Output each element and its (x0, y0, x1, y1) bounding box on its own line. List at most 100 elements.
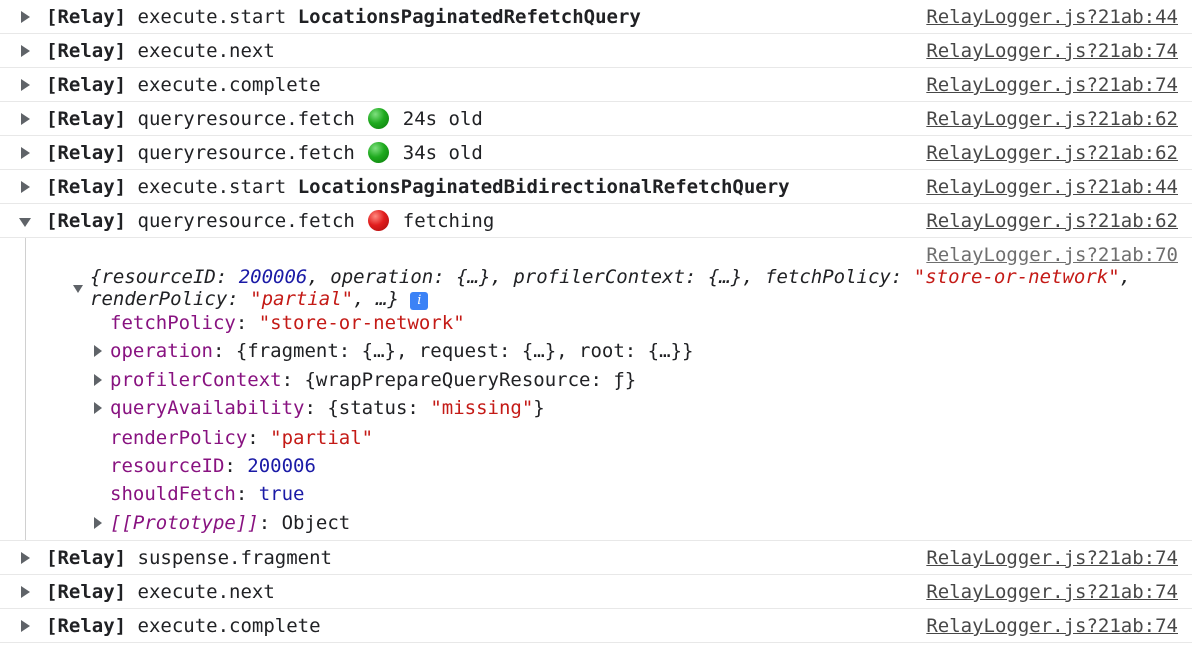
prop-key: shouldFetch (110, 483, 236, 505)
console-log: [Relay] execute.start LocationsPaginated… (0, 0, 1192, 643)
console-row[interactable]: [Relay] execute.next RelayLogger.js?21ab… (0, 575, 1192, 609)
log-prefix: [Relay] (46, 6, 127, 28)
summary-key: operation (330, 266, 434, 288)
log-prefix: [Relay] (46, 40, 127, 62)
summary-key: resourceID (101, 266, 216, 288)
source-link[interactable]: RelayLogger.js?21ab:62 (926, 136, 1178, 170)
prop-value: {fragment: {…}, request: {…}, root: {…}} (235, 340, 694, 362)
expand-triangle-icon[interactable] (21, 79, 30, 91)
expand-triangle-icon[interactable] (94, 345, 102, 357)
log-event: execute.complete (137, 74, 321, 96)
object-inspector: RelayLogger.js?21ab:70 {resourceID: 2000… (0, 238, 1192, 541)
log-prefix: [Relay] (46, 74, 127, 96)
prop-key: queryAvailability (110, 397, 305, 419)
object-summary[interactable]: {resourceID: 200006, operation: {…}, pro… (90, 265, 1131, 289)
info-icon[interactable]: i (410, 292, 429, 310)
source-link[interactable]: RelayLogger.js?21ab:62 (926, 102, 1178, 136)
log-prefix: [Relay] (46, 581, 127, 603)
expand-triangle-icon[interactable] (21, 45, 30, 57)
log-status: 24s old (402, 108, 483, 130)
collapse-triangle-icon[interactable] (19, 218, 31, 227)
green-circle-icon (368, 108, 390, 129)
expand-triangle-icon[interactable] (94, 517, 102, 529)
log-status: 34s old (402, 142, 483, 164)
console-row[interactable]: [Relay] execute.next RelayLogger.js?21ab… (0, 34, 1192, 68)
summary-value: "partial" (250, 288, 354, 310)
console-row[interactable]: [Relay] execute.complete RelayLogger.js?… (0, 68, 1192, 102)
console-row[interactable]: [Relay] suspense.fragment RelayLogger.js… (0, 541, 1192, 575)
prop-value: {status: (327, 397, 431, 419)
source-link[interactable]: RelayLogger.js?21ab:74 (926, 609, 1178, 643)
console-row[interactable]: [Relay] queryresource.fetch 24s old Rela… (0, 102, 1192, 136)
log-prefix: [Relay] (46, 210, 127, 232)
source-link[interactable]: RelayLogger.js?21ab:74 (926, 34, 1178, 68)
collapse-triangle-icon[interactable] (73, 285, 83, 293)
log-query-name: LocationsPaginatedBidirectionalRefetchQu… (297, 176, 790, 198)
summary-value: 200006 (238, 266, 308, 288)
source-link[interactable]: RelayLogger.js?21ab:44 (926, 0, 1178, 34)
summary-value: {…} (456, 266, 491, 288)
expand-triangle-icon[interactable] (21, 147, 30, 159)
prop-prototype[interactable]: [[Prototype]]: Object (110, 511, 350, 535)
log-event: suspense.fragment (137, 547, 332, 569)
prop-fetch-policy: fetchPolicy: "store-or-network" (110, 312, 465, 334)
prop-key: operation (110, 340, 213, 362)
green-circle-icon (368, 142, 390, 163)
log-event: execute.start (137, 6, 287, 28)
prop-value: "partial" (270, 427, 374, 449)
log-event: queryresource.fetch (137, 108, 355, 130)
console-row[interactable]: [Relay] execute.start LocationsPaginated… (0, 0, 1192, 34)
log-event: execute.start (137, 176, 287, 198)
log-event: queryresource.fetch (137, 142, 355, 164)
expand-triangle-icon[interactable] (21, 620, 30, 632)
prop-should-fetch: shouldFetch: true (110, 483, 305, 505)
log-event: execute.next (137, 40, 275, 62)
log-prefix: [Relay] (46, 142, 127, 164)
summary-value: {…} (707, 266, 743, 288)
log-prefix: [Relay] (46, 615, 127, 637)
prop-value: "missing" (430, 397, 534, 419)
source-link[interactable]: RelayLogger.js?21ab:74 (926, 575, 1178, 609)
expand-triangle-icon[interactable] (21, 586, 30, 598)
prop-value: true (258, 483, 305, 505)
prop-query-availability[interactable]: queryAvailability: {status: "missing"} (110, 396, 545, 420)
summary-ellipsis: … (376, 288, 388, 310)
log-prefix: [Relay] (46, 108, 127, 130)
prop-key: fetchPolicy (110, 312, 236, 334)
log-status: fetching (402, 210, 495, 232)
expand-triangle-icon[interactable] (94, 374, 102, 386)
prop-resource-id: resourceID: 200006 (110, 455, 316, 477)
expand-triangle-icon[interactable] (94, 402, 102, 414)
prop-operation[interactable]: operation: {fragment: {…}, request: {…},… (110, 339, 693, 363)
log-prefix: [Relay] (46, 176, 127, 198)
source-link[interactable]: RelayLogger.js?21ab:70 (926, 244, 1178, 266)
console-row[interactable]: [Relay] execute.start LocationsPaginated… (0, 170, 1192, 204)
log-event: execute.next (137, 581, 275, 603)
prop-profiler-context[interactable]: profilerContext: {wrapPrepareQueryResour… (110, 368, 636, 392)
prop-render-policy: renderPolicy: "partial" (110, 427, 374, 449)
log-query-name: LocationsPaginatedRefetchQuery (297, 6, 641, 28)
prop-key: resourceID (110, 455, 225, 477)
expand-triangle-icon[interactable] (21, 181, 30, 193)
source-link[interactable]: RelayLogger.js?21ab:62 (926, 204, 1178, 238)
object-summary-cont: renderPolicy: "partial", …} i (90, 287, 429, 311)
log-event: queryresource.fetch (137, 210, 355, 232)
summary-key: profilerContext (513, 266, 685, 288)
expand-triangle-icon[interactable] (21, 113, 30, 125)
source-link[interactable]: RelayLogger.js?21ab:74 (926, 541, 1178, 575)
source-link[interactable]: RelayLogger.js?21ab:44 (926, 170, 1178, 204)
prop-key: renderPolicy (110, 427, 248, 449)
summary-key: fetchPolicy (765, 266, 891, 288)
console-row-expanded[interactable]: [Relay] queryresource.fetch fetching Rel… (0, 204, 1192, 238)
console-row[interactable]: [Relay] execute.complete RelayLogger.js?… (0, 609, 1192, 643)
prop-value: Object (281, 512, 351, 534)
prop-value: 200006 (247, 455, 316, 477)
console-row[interactable]: [Relay] queryresource.fetch 34s old Rela… (0, 136, 1192, 170)
prop-value: {wrapPrepareQueryResource: ƒ} (304, 369, 637, 391)
prop-key: profilerContext (110, 369, 282, 391)
prop-key: [[Prototype]] (110, 512, 259, 534)
expand-triangle-icon[interactable] (21, 552, 30, 564)
prop-value: "store-or-network" (258, 312, 465, 334)
expand-triangle-icon[interactable] (21, 11, 30, 23)
source-link[interactable]: RelayLogger.js?21ab:74 (926, 68, 1178, 102)
